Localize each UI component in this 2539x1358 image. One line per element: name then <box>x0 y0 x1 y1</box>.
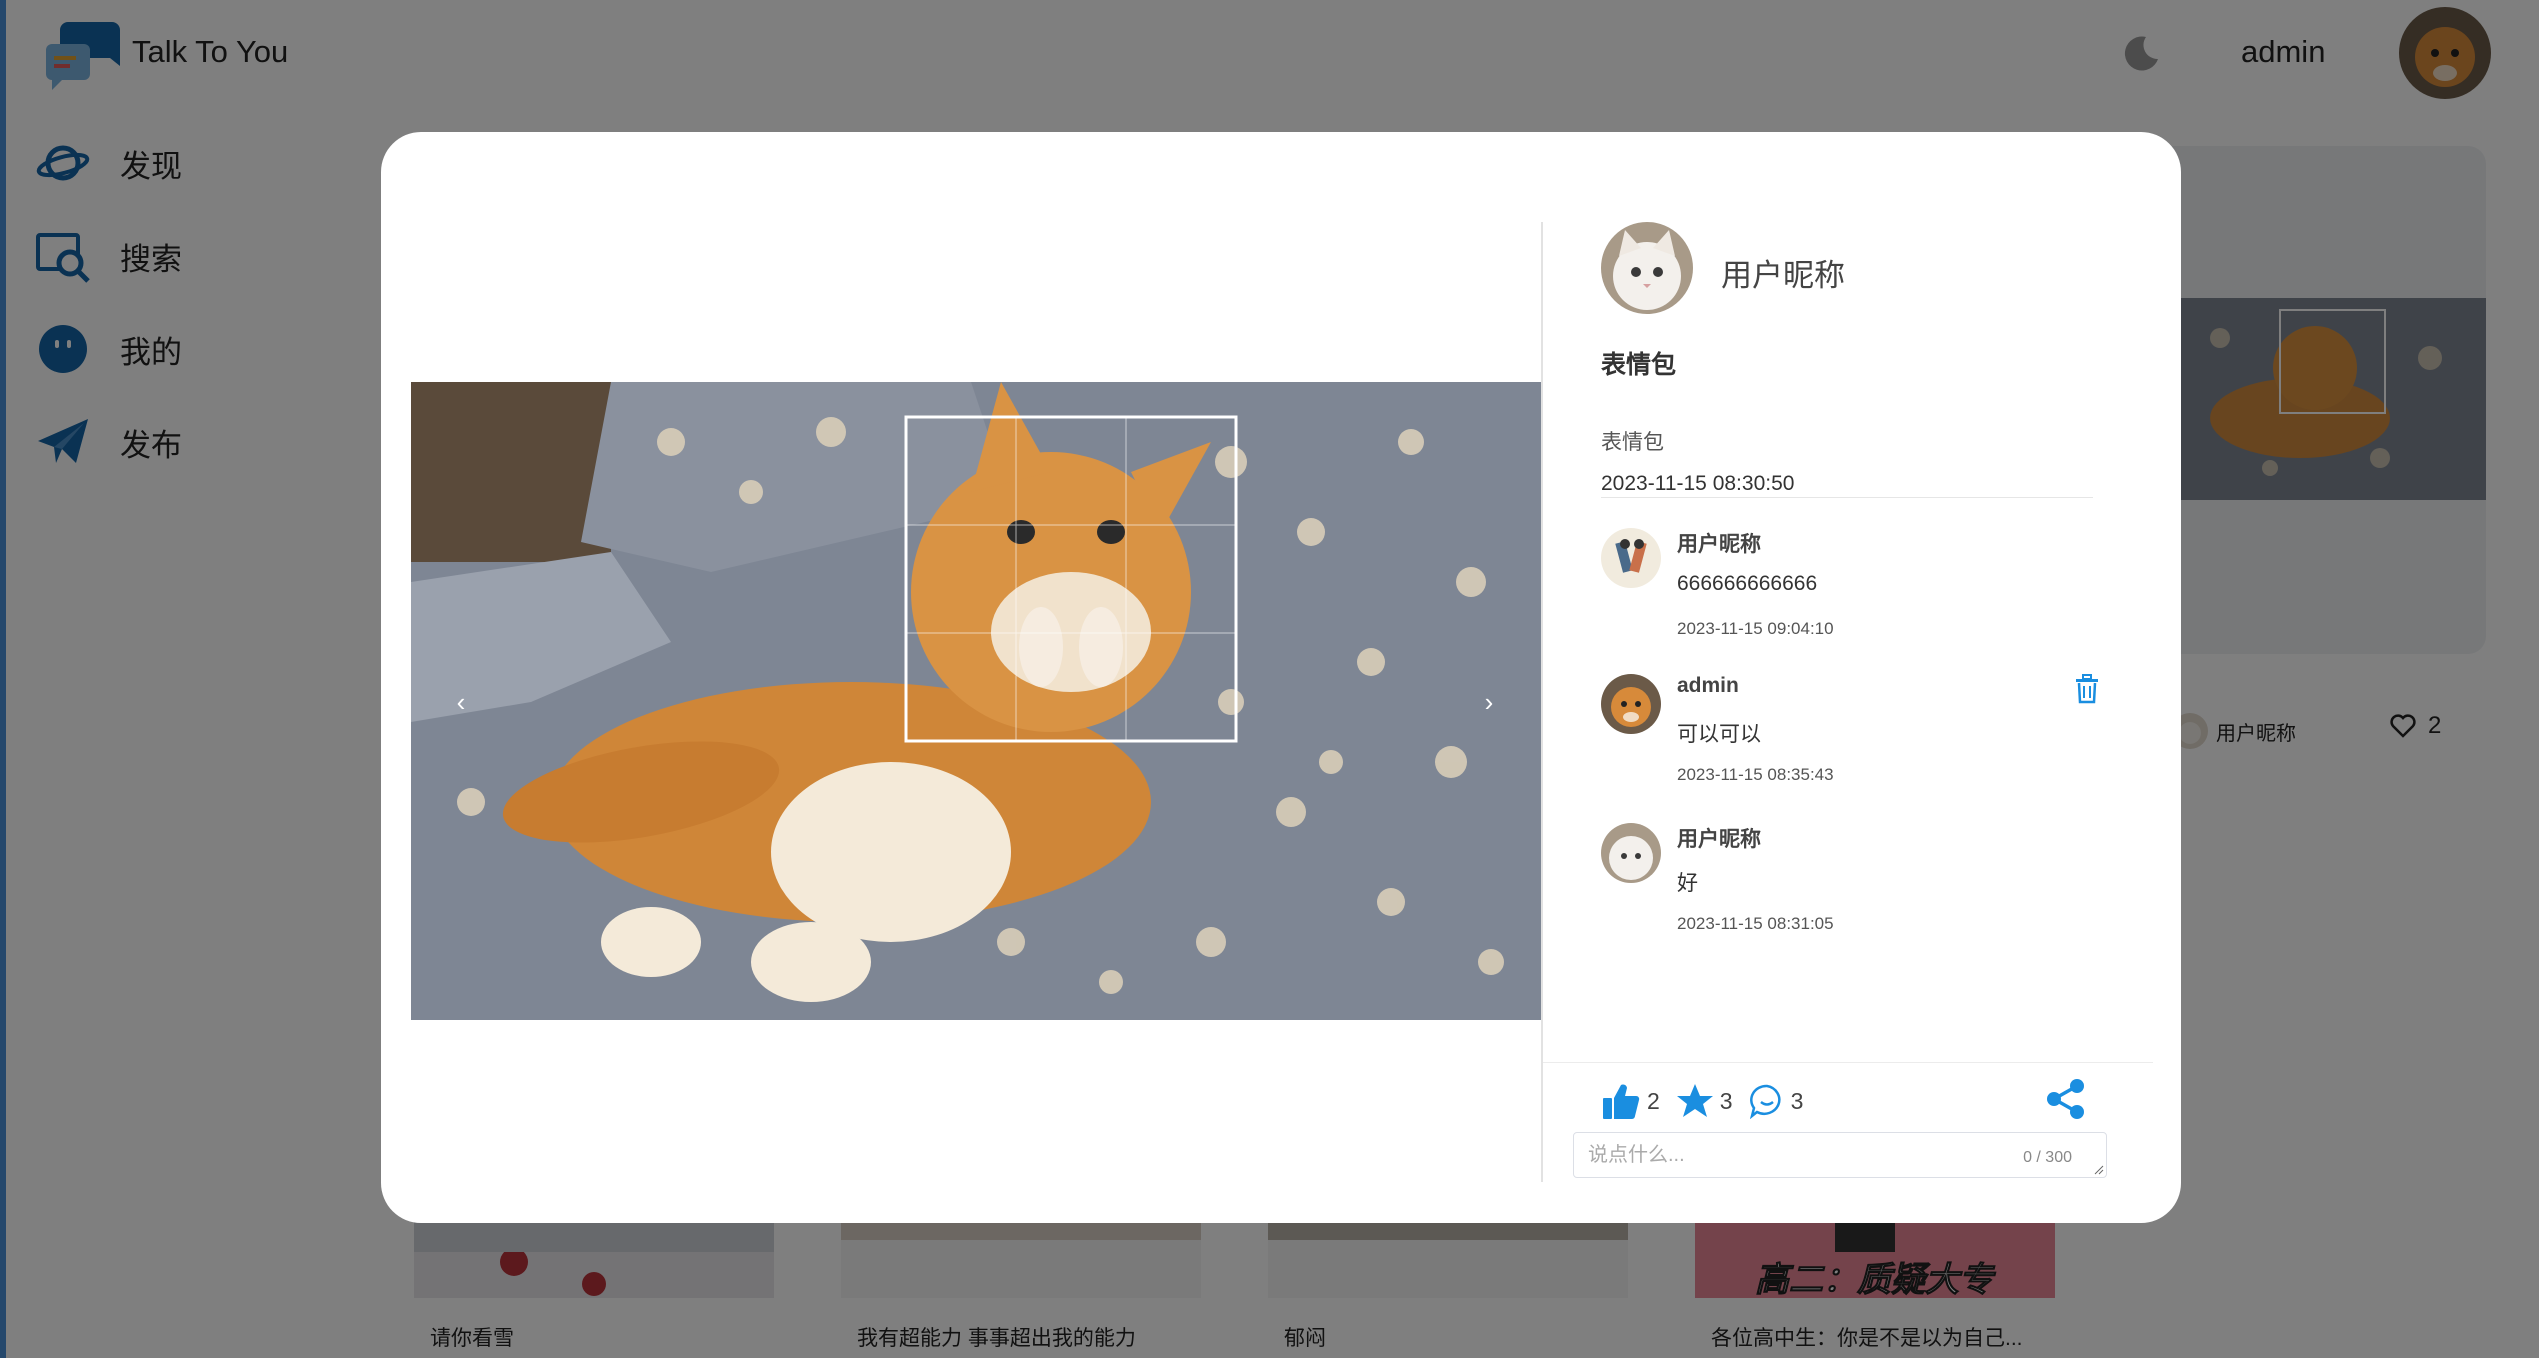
comment-button[interactable]: 3 <box>1749 1083 1804 1119</box>
post-image-carousel[interactable]: ‹ › <box>411 382 1541 1020</box>
comment-text: 666666666666 <box>1677 572 1818 595</box>
comment-text: 好 <box>1677 872 1698 895</box>
post-actions-bar: 2 3 3 <box>1601 1076 1819 1126</box>
comment-author[interactable]: admin <box>1677 674 1739 698</box>
comment-timestamp: 2023-11-15 09:04:10 <box>1677 619 1834 638</box>
delete-comment-trash-icon[interactable] <box>2073 674 2101 704</box>
comment-item: admin 可以可以 2023-11-15 08:35:43 <box>1601 674 2101 794</box>
author-name[interactable]: 用户昵称 <box>1721 250 1845 295</box>
comment-timestamp: 2023-11-15 08:35:43 <box>1677 765 1834 784</box>
like-button[interactable]: 2 <box>1601 1081 1660 1121</box>
avatar[interactable] <box>1601 528 1661 588</box>
post-body: 表情包 <box>1601 431 1664 454</box>
carousel-prev-arrow[interactable]: ‹ <box>446 682 476 722</box>
comment-item: 用户昵称 666666666666 2023-11-15 09:04:10 <box>1601 528 2101 648</box>
comment-item: 用户昵称 好 2023-11-15 08:31:05 <box>1601 823 2101 943</box>
divider <box>1543 1062 2153 1063</box>
avatar[interactable] <box>1601 674 1661 734</box>
comment-text: 可以可以 <box>1677 723 1761 746</box>
star-icon <box>1676 1084 1713 1117</box>
post-detail-modal: ‹ › 用户昵称 表情包 表情包 2023-11-15 08:30:50 用户昵… <box>381 132 2181 1223</box>
char-counter: 0 / 300 <box>2023 1149 2072 1166</box>
author-avatar[interactable] <box>1601 222 1693 314</box>
comment-count: 3 <box>1790 1087 1804 1114</box>
resize-handle-icon[interactable] <box>2094 1165 2104 1175</box>
post-timestamp: 2023-11-15 08:30:50 <box>1601 472 1795 495</box>
post-title: 表情包 <box>1601 351 1677 379</box>
comment-input-box[interactable]: 0 / 300 <box>1573 1132 2107 1178</box>
post-detail-panel: 用户昵称 表情包 表情包 2023-11-15 08:30:50 用户昵称 66… <box>1543 132 2181 1223</box>
divider <box>1601 497 2093 498</box>
favorite-count: 3 <box>1719 1087 1733 1114</box>
like-count: 2 <box>1647 1087 1660 1114</box>
carousel-next-arrow[interactable]: › <box>1474 682 1504 722</box>
share-icon[interactable] <box>2045 1078 2087 1120</box>
comment-author[interactable]: 用户昵称 <box>1677 823 1761 853</box>
avatar[interactable] <box>1601 823 1661 883</box>
comment-author[interactable]: 用户昵称 <box>1677 528 1761 558</box>
post-image <box>411 382 1541 1020</box>
thumbs-up-icon <box>1603 1084 1640 1119</box>
comment-bubble-icon <box>1749 1084 1781 1119</box>
favorite-button[interactable]: 3 <box>1676 1083 1733 1119</box>
comment-timestamp: 2023-11-15 08:31:05 <box>1677 914 1834 933</box>
